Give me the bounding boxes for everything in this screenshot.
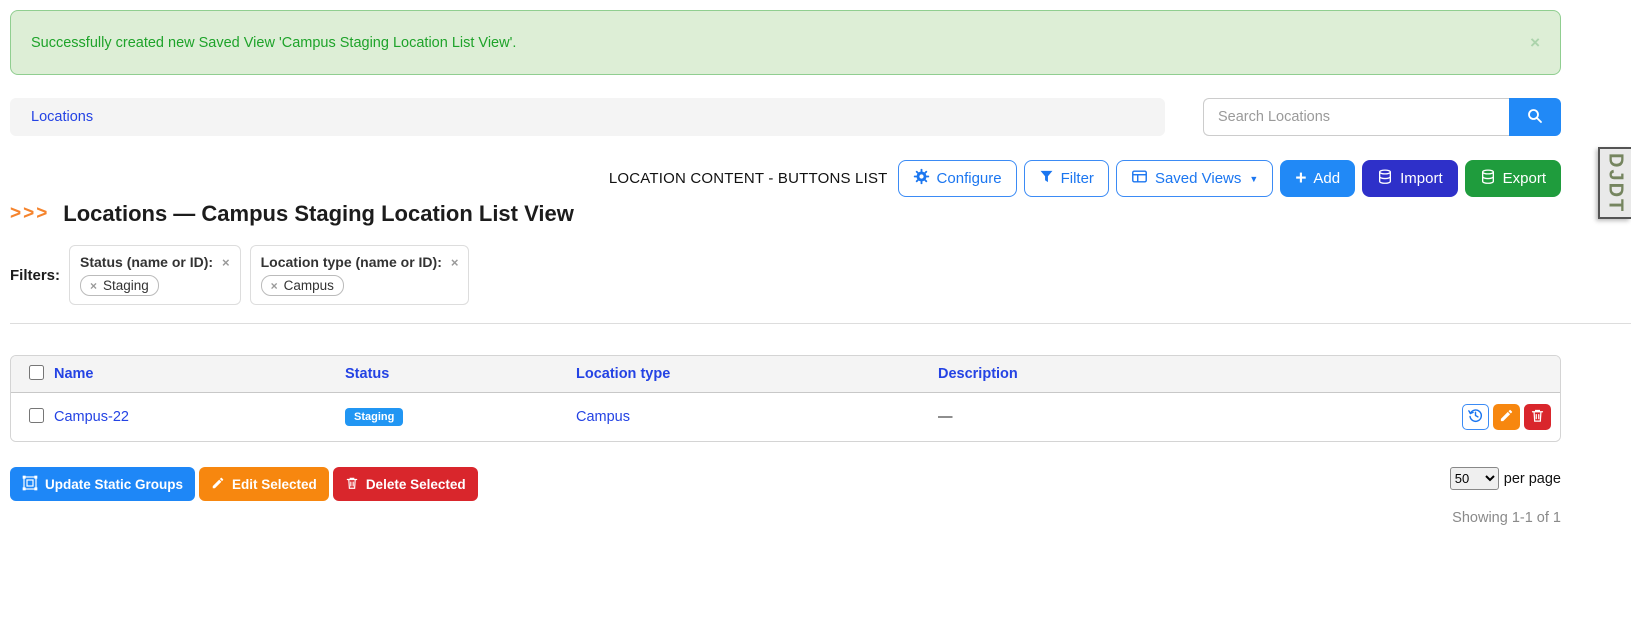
context-label: LOCATION CONTENT - BUTTONS LIST — [608, 170, 888, 187]
saved-views-button[interactable]: Saved Views ▼ — [1115, 160, 1274, 197]
description-value: — — [938, 409, 953, 425]
debug-toolbar-handle-label: DJDT — [1604, 152, 1627, 214]
filter-chip-label: Staging — [103, 278, 149, 293]
success-alert: Successfully created new Saved View 'Cam… — [10, 10, 1561, 75]
pencil-icon — [1499, 408, 1514, 427]
remove-filter-icon[interactable]: × — [451, 255, 459, 270]
table-header-row: Name Status Location type Description — [11, 356, 1560, 393]
delete-button[interactable] — [1524, 404, 1551, 430]
divider — [10, 323, 1631, 324]
filter-chip-label: Campus — [283, 278, 334, 293]
showing-count: Showing 1-1 of 1 — [1452, 510, 1561, 526]
page-title: Locations — Campus Staging Location List… — [63, 201, 574, 226]
alert-close-icon[interactable]: × — [1530, 33, 1540, 53]
export-label: Export — [1502, 170, 1546, 187]
breadcrumb: Locations — [10, 98, 1165, 136]
export-button[interactable]: Export — [1464, 160, 1561, 197]
applied-filters: Filters: Status (name or ID): × × Stagin… — [10, 245, 1561, 305]
configure-button[interactable]: Configure — [897, 160, 1017, 197]
configure-label: Configure — [936, 170, 1002, 187]
per-page-label: per page — [1503, 470, 1561, 487]
search-icon — [1526, 107, 1544, 128]
search-input[interactable] — [1203, 98, 1509, 136]
database-export-icon — [1480, 168, 1496, 189]
trash-icon — [1530, 408, 1545, 427]
funnel-icon — [1039, 169, 1054, 188]
remove-filter-icon[interactable]: × — [222, 255, 230, 270]
table-row: Campus-22 Staging Campus — — [11, 393, 1560, 441]
filter-group-location-type: Location type (name or ID): × × Campus — [249, 245, 470, 305]
title-chevrons: >>> — [10, 203, 50, 224]
trash-icon — [345, 476, 359, 493]
delete-selected-button[interactable]: Delete Selected — [332, 467, 478, 501]
filter-chip-staging[interactable]: × Staging — [80, 275, 159, 296]
filter-group-status: Status (name or ID): × × Staging — [69, 245, 241, 305]
filter-button[interactable]: Filter — [1023, 160, 1109, 197]
plus-icon: + — [1295, 168, 1307, 189]
status-badge[interactable]: Staging — [345, 408, 404, 426]
add-button[interactable]: + Add — [1280, 160, 1356, 197]
import-button[interactable]: Import — [1362, 160, 1458, 197]
remove-chip-icon[interactable]: × — [90, 279, 97, 293]
debug-toolbar-handle[interactable]: DJDT — [1598, 147, 1631, 219]
filter-field-label: Status (name or ID): — [80, 254, 214, 270]
clock-history-icon — [1467, 407, 1484, 428]
locations-table: Name Status Location type Description Ca… — [10, 355, 1561, 442]
action-toolbar: LOCATION CONTENT - BUTTONS LIST Configur… — [10, 160, 1561, 197]
layout-window-icon — [1131, 168, 1148, 189]
success-alert-message: Successfully created new Saved View 'Cam… — [31, 34, 517, 51]
saved-views-label: Saved Views — [1154, 170, 1242, 187]
import-label: Import — [1400, 170, 1443, 187]
update-static-groups-button[interactable]: Update Static Groups — [10, 467, 196, 501]
select-all-checkbox[interactable] — [29, 364, 44, 380]
search-button[interactable] — [1509, 98, 1561, 136]
edit-button[interactable] — [1493, 404, 1520, 430]
search-box — [1203, 98, 1561, 136]
location-type-link[interactable]: Campus — [576, 409, 630, 425]
row-checkbox[interactable] — [29, 407, 44, 423]
bottom-row: Update Static Groups Edit Selected Delet… — [10, 467, 1561, 501]
location-name-link[interactable]: Campus-22 — [54, 409, 129, 425]
edit-selected-button[interactable]: Edit Selected — [199, 467, 329, 501]
filter-field-label: Location type (name or ID): — [260, 254, 442, 270]
column-header-status[interactable]: Status — [345, 366, 389, 382]
delete-selected-label: Delete Selected — [365, 476, 466, 492]
add-label: Add — [1313, 170, 1341, 187]
topbar: Locations — [10, 98, 1561, 136]
remove-chip-icon[interactable]: × — [271, 279, 278, 293]
bulk-actions: Update Static Groups Edit Selected Delet… — [10, 467, 478, 501]
column-header-name[interactable]: Name — [54, 366, 94, 382]
page-title-row: >>> Locations — Campus Staging Location … — [10, 199, 1561, 229]
pencil-icon — [211, 476, 225, 493]
column-header-description[interactable]: Description — [938, 366, 1018, 382]
filters-label: Filters: — [10, 266, 61, 284]
column-header-location-type[interactable]: Location type — [576, 366, 670, 382]
chevron-down-icon: ▼ — [1249, 173, 1259, 184]
filter-chip-campus[interactable]: × Campus — [260, 275, 344, 296]
changelog-button[interactable] — [1462, 404, 1489, 430]
gear-icon — [913, 168, 930, 189]
object-group-icon — [22, 475, 38, 494]
database-import-icon — [1377, 168, 1393, 189]
filter-label: Filter — [1060, 170, 1094, 187]
breadcrumb-locations-link[interactable]: Locations — [31, 109, 93, 125]
edit-selected-label: Edit Selected — [232, 476, 317, 492]
update-static-groups-label: Update Static Groups — [45, 476, 184, 492]
per-page-select[interactable]: 50 — [1449, 467, 1499, 490]
pagination: 50 per page — [1449, 467, 1561, 490]
